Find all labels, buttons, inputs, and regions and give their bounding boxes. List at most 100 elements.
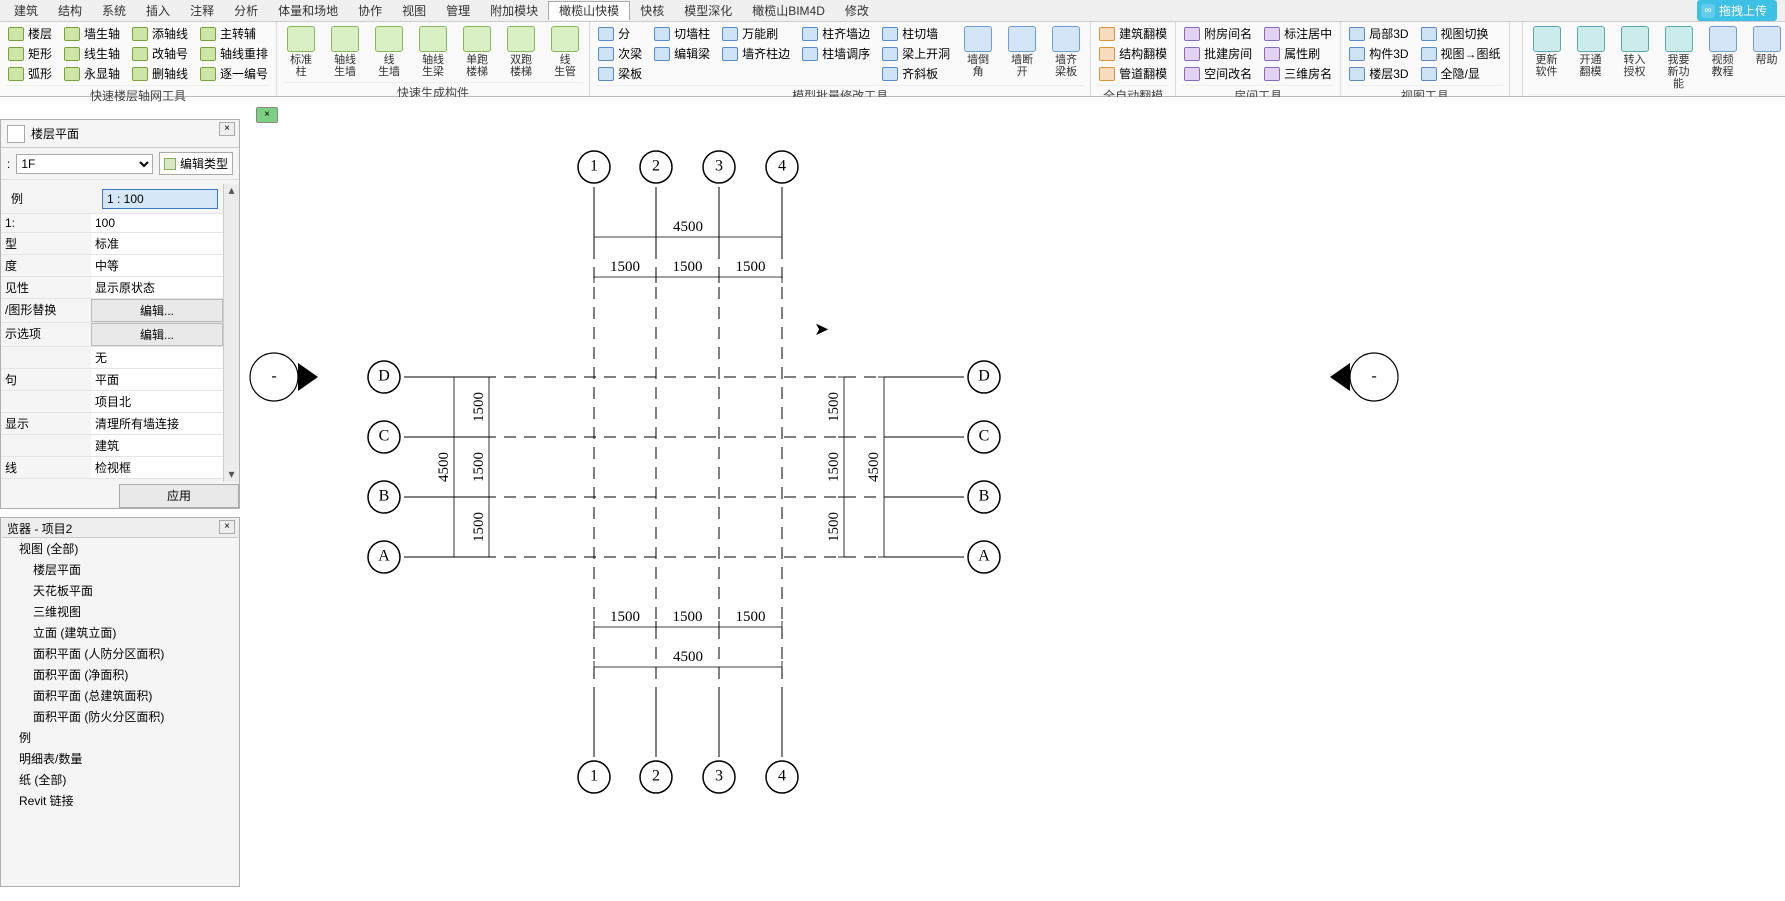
ribbon-button[interactable]: 标注居中 bbox=[1262, 24, 1334, 43]
ribbon-button[interactable]: 轴线重排 bbox=[198, 44, 270, 63]
property-row[interactable]: 1:100 bbox=[1, 214, 223, 233]
ribbon-button[interactable]: 梁板 bbox=[596, 64, 644, 83]
ribbon-button[interactable]: 管道翻模 bbox=[1097, 64, 1169, 83]
ribbon-button[interactable]: 墙齐梁板 bbox=[1048, 24, 1084, 83]
ribbon-button[interactable]: 附房间名 bbox=[1182, 24, 1254, 43]
property-row[interactable]: 显示清理所有墙连接 bbox=[1, 413, 223, 435]
property-row[interactable]: /图形替换编辑... bbox=[1, 299, 223, 323]
edit-type-button[interactable]: 编辑类型 bbox=[159, 152, 233, 175]
property-row[interactable]: 项目北 bbox=[1, 391, 223, 413]
close-icon[interactable]: × bbox=[219, 122, 235, 136]
ribbon-button[interactable]: 弧形 bbox=[6, 64, 54, 83]
ribbon-button[interactable]: 梁上开洞 bbox=[880, 44, 952, 63]
ribbon-button[interactable]: 轴线生梁 bbox=[415, 24, 451, 80]
tree-node[interactable]: 面积平面 (防火分区面积) bbox=[1, 706, 239, 727]
ribbon-button[interactable]: 帮助 bbox=[1749, 24, 1785, 92]
menu-tab[interactable]: 橄榄山快模 bbox=[548, 1, 630, 20]
ribbon-button[interactable]: 空间改名 bbox=[1182, 64, 1254, 83]
ribbon-button[interactable]: 楼层3D bbox=[1347, 64, 1410, 83]
property-row[interactable]: 例1 : 100 bbox=[1, 184, 223, 214]
ribbon-button[interactable]: 标准柱 bbox=[283, 24, 319, 80]
ribbon-button[interactable]: 主转辅 bbox=[198, 24, 270, 43]
drag-upload-button[interactable]: 拖拽上传 bbox=[1697, 0, 1777, 21]
ribbon-button[interactable]: 线生轴 bbox=[62, 44, 122, 63]
properties-scrollbar[interactable]: ▴ ▾ bbox=[223, 184, 239, 482]
tree-node[interactable]: 天花板平面 bbox=[1, 580, 239, 601]
menu-tab[interactable]: 分析 bbox=[224, 2, 268, 20]
ribbon-button[interactable]: 齐斜板 bbox=[880, 64, 952, 83]
menu-tab[interactable]: 体量和场地 bbox=[268, 2, 348, 20]
ribbon-button[interactable]: 墙倒角 bbox=[960, 24, 996, 83]
ribbon-button[interactable]: 开通翻模 bbox=[1573, 24, 1609, 92]
property-row[interactable]: 型标准 bbox=[1, 233, 223, 255]
ribbon-button[interactable]: 单跑楼梯 bbox=[459, 24, 495, 80]
ribbon-button[interactable]: 删轴线 bbox=[130, 64, 190, 83]
menu-tab[interactable]: 系统 bbox=[92, 2, 136, 20]
ribbon-button[interactable]: 双跑楼梯 bbox=[503, 24, 539, 80]
menu-tab[interactable]: 橄榄山BIM4D bbox=[742, 2, 835, 20]
ribbon-button[interactable]: 改轴号 bbox=[130, 44, 190, 63]
ribbon-button[interactable]: 添轴线 bbox=[130, 24, 190, 43]
scroll-up-icon[interactable]: ▴ bbox=[224, 184, 239, 198]
menu-tab[interactable]: 结构 bbox=[48, 2, 92, 20]
tree-node[interactable]: 立面 (建筑立面) bbox=[1, 622, 239, 643]
ribbon-button[interactable]: 墙断开 bbox=[1004, 24, 1040, 83]
property-row[interactable]: 建筑 bbox=[1, 435, 223, 457]
property-row[interactable]: 示选项编辑... bbox=[1, 323, 223, 347]
ribbon-button[interactable]: 线生管 bbox=[547, 24, 583, 80]
ribbon-button[interactable]: 线生墙 bbox=[371, 24, 407, 80]
ribbon-button[interactable]: 三维房名 bbox=[1262, 64, 1334, 83]
menu-tab[interactable]: 协作 bbox=[348, 2, 392, 20]
ribbon-button[interactable]: 视图→图纸 bbox=[1419, 44, 1503, 63]
property-row[interactable]: 度中等 bbox=[1, 255, 223, 277]
tree-node[interactable]: 明细表/数量 bbox=[1, 748, 239, 769]
menu-tab[interactable]: 管理 bbox=[436, 2, 480, 20]
property-row[interactable]: 句平面 bbox=[1, 369, 223, 391]
ribbon-button[interactable]: 分 bbox=[596, 24, 644, 43]
tree-node[interactable]: 面积平面 (净面积) bbox=[1, 664, 239, 685]
ribbon-button[interactable]: 更新软件 bbox=[1529, 24, 1565, 92]
ribbon-button[interactable]: 万能刷 bbox=[720, 24, 792, 43]
ribbon-button[interactable]: 永显轴 bbox=[62, 64, 122, 83]
tree-node[interactable]: 面积平面 (人防分区面积) bbox=[1, 643, 239, 664]
ribbon-button[interactable]: 次梁 bbox=[596, 44, 644, 63]
drawing-canvas[interactable]: × 11223344DDCCBBAA4500150015001500450015… bbox=[244, 97, 1785, 901]
ribbon-button[interactable]: 逐一编号 bbox=[198, 64, 270, 83]
menu-tab[interactable]: 建筑 bbox=[4, 2, 48, 20]
ribbon-button[interactable]: 墙齐柱边 bbox=[720, 44, 792, 63]
ribbon-button[interactable]: 柱齐墙边 bbox=[800, 24, 872, 43]
ribbon-button[interactable]: 切墙柱 bbox=[652, 24, 712, 43]
property-row[interactable]: 无 bbox=[1, 347, 223, 369]
ribbon-button[interactable]: 转入授权 bbox=[1617, 24, 1653, 92]
tree-node[interactable]: 视图 (全部) bbox=[1, 538, 239, 559]
ribbon-button[interactable]: 结构翻模 bbox=[1097, 44, 1169, 63]
ribbon-button[interactable]: 我要新功能 bbox=[1661, 24, 1697, 92]
menu-tab[interactable]: 视图 bbox=[392, 2, 436, 20]
ribbon-button[interactable]: 视图切换 bbox=[1419, 24, 1503, 43]
ribbon-button[interactable]: 柱墙调序 bbox=[800, 44, 872, 63]
ribbon-button[interactable]: 批建房间 bbox=[1182, 44, 1254, 63]
tree-node[interactable]: Revit 链接 bbox=[1, 790, 239, 811]
ribbon-button[interactable]: 楼层 bbox=[6, 24, 54, 43]
ribbon-button[interactable]: 墙生轴 bbox=[62, 24, 122, 43]
ribbon-button[interactable]: 视频教程 bbox=[1705, 24, 1741, 92]
menu-tab[interactable]: 插入 bbox=[136, 2, 180, 20]
tree-node[interactable]: 面积平面 (总建筑面积) bbox=[1, 685, 239, 706]
ribbon-button[interactable]: 属性刷 bbox=[1262, 44, 1334, 63]
tree-node[interactable]: 例 bbox=[1, 727, 239, 748]
level-select[interactable]: 1F bbox=[16, 154, 153, 174]
ribbon-button[interactable]: 矩形 bbox=[6, 44, 54, 63]
tree-node[interactable]: 楼层平面 bbox=[1, 559, 239, 580]
property-row[interactable]: 见性显示原状态 bbox=[1, 277, 223, 299]
ribbon-button[interactable]: 建筑翻模 bbox=[1097, 24, 1169, 43]
ribbon-button[interactable]: 全隐/显 bbox=[1419, 64, 1503, 83]
close-icon[interactable]: × bbox=[219, 520, 235, 534]
menu-tab[interactable]: 快核 bbox=[630, 2, 674, 20]
tree-node[interactable]: 三维视图 bbox=[1, 601, 239, 622]
ribbon-button[interactable]: 构件3D bbox=[1347, 44, 1410, 63]
ribbon-button[interactable]: 轴线生墙 bbox=[327, 24, 363, 80]
menu-tab[interactable]: 修改 bbox=[835, 2, 879, 20]
scroll-down-icon[interactable]: ▾ bbox=[224, 468, 239, 482]
property-row[interactable]: 线检视框 bbox=[1, 457, 223, 479]
ribbon-button[interactable]: 编辑梁 bbox=[652, 44, 712, 63]
